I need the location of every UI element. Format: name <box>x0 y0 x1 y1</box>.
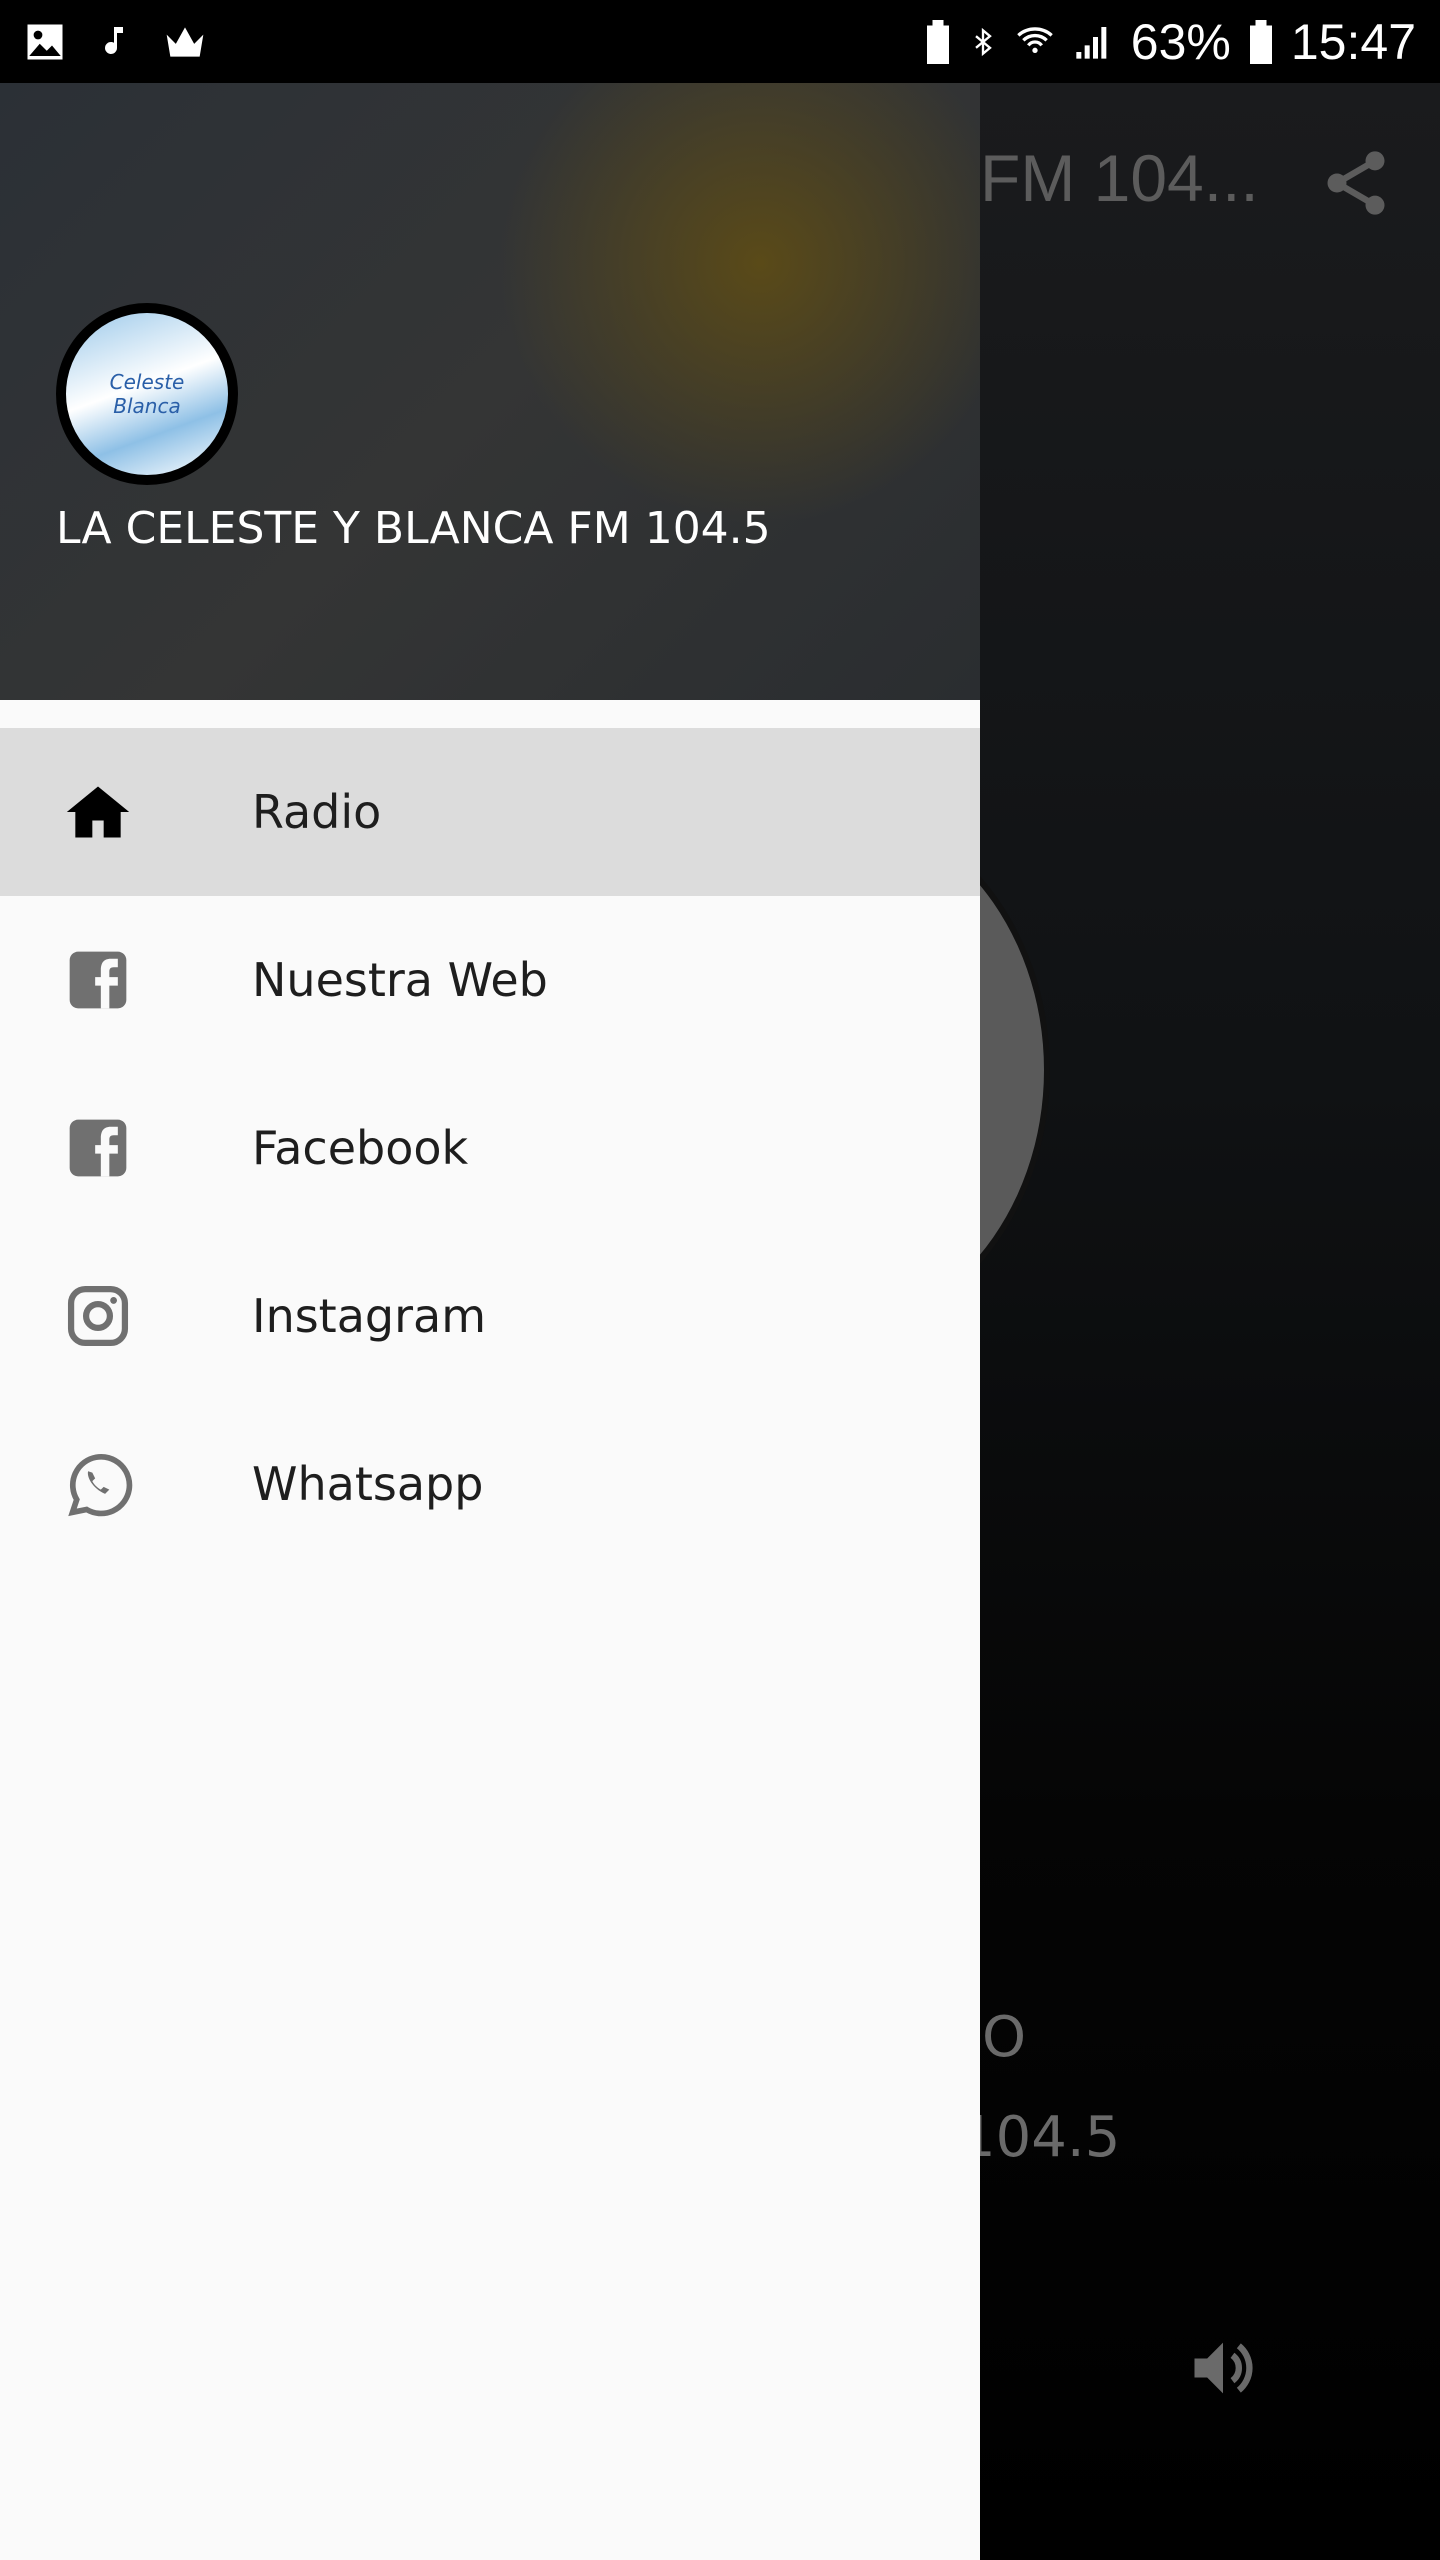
facebook-icon <box>69 1119 127 1177</box>
drawer-title: LA CELESTE Y BLANCA FM 104.5 <box>56 503 771 554</box>
menu-item-whatsapp[interactable]: Whatsapp <box>0 1400 980 1568</box>
share-icon[interactable] <box>1318 145 1394 221</box>
drawer-menu: Radio Nuestra Web Facebook Instagram Wha… <box>0 728 980 1568</box>
music-note-icon <box>105 26 123 54</box>
clock: 15:47 <box>1290 13 1416 70</box>
signal-icon <box>1076 26 1107 59</box>
now-playing-subtitle: 104.5 <box>960 2105 1121 2170</box>
navigation-drawer: Celeste Blanca LA CELESTE Y BLANCA FM 104… <box>0 83 980 2560</box>
menu-item-label: Nuestra Web <box>252 953 548 1007</box>
now-playing-title: O <box>982 2005 1027 2070</box>
menu-item-instagram[interactable]: Instagram <box>0 1232 980 1400</box>
crown-icon <box>166 26 204 57</box>
battery-icon <box>1249 19 1272 64</box>
wifi-icon <box>1017 26 1053 53</box>
home-icon <box>66 786 130 838</box>
menu-item-radio[interactable]: Radio <box>0 728 980 896</box>
menu-item-facebook[interactable]: Facebook <box>0 1064 980 1232</box>
volume-icon[interactable] <box>1185 2330 1261 2406</box>
menu-item-label: Instagram <box>252 1289 487 1343</box>
station-logo: Celeste Blanca <box>56 303 238 485</box>
battery-percent: 63% <box>1130 13 1231 70</box>
menu-item-nuestra-web[interactable]: Nuestra Web <box>0 896 980 1064</box>
logo-image: Celeste Blanca <box>66 313 228 475</box>
bluetooth-icon <box>975 27 992 56</box>
menu-item-label: Whatsapp <box>252 1457 484 1511</box>
status-bar: 63% 15:47 <box>0 0 1440 83</box>
menu-item-label: Radio <box>252 785 382 839</box>
toolbar-title: FM 104... <box>980 141 1259 215</box>
image-icon <box>27 24 63 59</box>
menu-item-label: Facebook <box>252 1121 469 1175</box>
battery-saver-icon <box>926 19 949 64</box>
whatsapp-icon <box>68 1454 133 1517</box>
facebook-icon <box>69 951 127 1009</box>
drawer-header: Celeste Blanca LA CELESTE Y BLANCA FM 104… <box>0 83 980 700</box>
instagram-icon <box>67 1285 129 1347</box>
